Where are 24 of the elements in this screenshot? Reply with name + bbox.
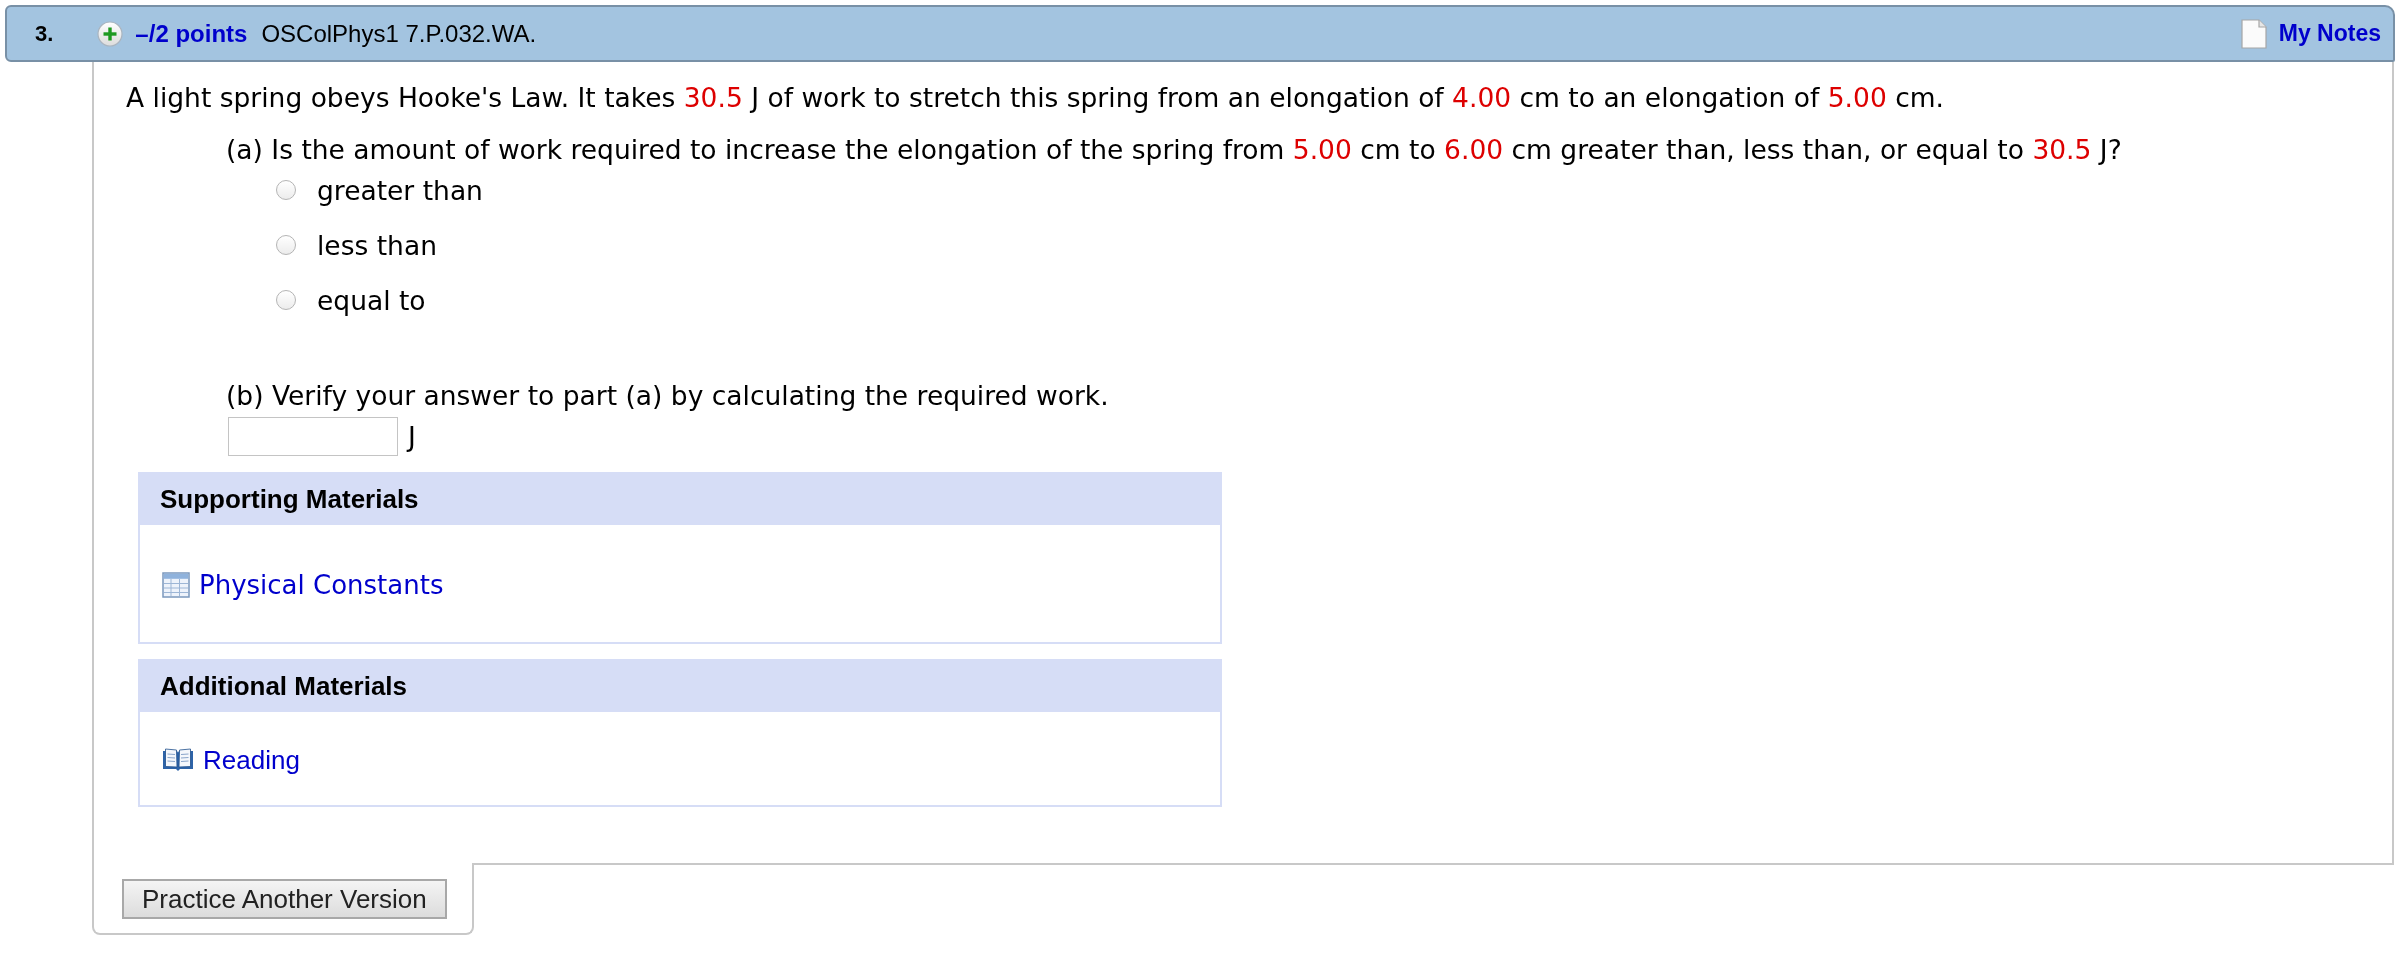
table-icon bbox=[162, 572, 190, 598]
document-icon bbox=[2240, 18, 2267, 49]
radio-button[interactable] bbox=[276, 180, 296, 200]
my-notes-link[interactable]: My Notes bbox=[2240, 18, 2381, 49]
points-label: –/2 points bbox=[135, 19, 248, 48]
unit-label: J bbox=[408, 421, 416, 452]
panel-header: Supporting Materials bbox=[140, 474, 1220, 525]
book-icon bbox=[162, 748, 194, 772]
plus-icon[interactable] bbox=[97, 20, 124, 47]
option-label[interactable]: less than bbox=[317, 229, 437, 261]
question-number: 3. bbox=[35, 20, 54, 47]
question-text: (a) Is the amount of work required to increase the elongation of the spring from 5.00 cm to 6.00 cm greater than, less than, or equal to 30.5 J? bbox=[226, 133, 2123, 167]
option-label[interactable]: equal to bbox=[317, 284, 426, 316]
question-code: OSColPhys1 7.P.032.WA. bbox=[261, 19, 537, 48]
question-text: (b) Verify your answer to part (a) by calculating the required work. bbox=[226, 379, 1110, 413]
option-label[interactable]: greater than bbox=[317, 174, 483, 206]
radio-button[interactable] bbox=[276, 235, 296, 255]
question-text: A light spring obeys Hooke's Law. It takes 30.5 J of work to stretch this spring from an elongation of 4.00 cm to an elongation of 5.00 cm. bbox=[126, 81, 1945, 115]
radio-button[interactable] bbox=[276, 290, 296, 310]
panel-header: Additional Materials bbox=[140, 661, 1220, 712]
answer-field[interactable] bbox=[228, 417, 398, 456]
practice-button[interactable]: Practice Another Version bbox=[122, 879, 447, 919]
material-link[interactable]: Reading bbox=[162, 742, 300, 778]
material-link[interactable]: Physical Constants bbox=[162, 567, 444, 603]
